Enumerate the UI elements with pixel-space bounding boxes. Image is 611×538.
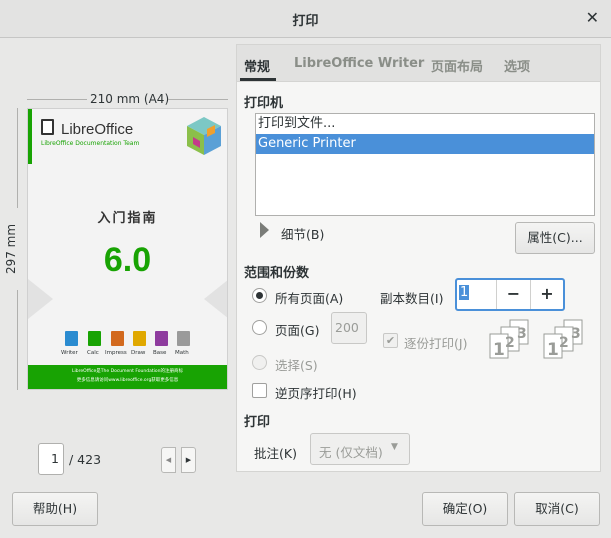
preview-height-label: 297 mm	[4, 223, 19, 275]
calc-icon	[88, 331, 101, 346]
app-label: Draw	[131, 350, 146, 356]
tab-general[interactable]: 常规	[244, 56, 270, 75]
range-section-title: 范围和份数	[244, 266, 310, 281]
next-page-button[interactable]: ▶	[181, 447, 196, 473]
app-label: Calc	[87, 350, 99, 356]
impress-icon	[111, 331, 124, 346]
app-icons-row: Writer Calc Impress Draw Base Math	[61, 331, 195, 361]
prev-page-button[interactable]: ◀	[161, 447, 176, 473]
collate-stack-icon: 1 2 3	[543, 319, 583, 360]
pages-input[interactable]: 200	[331, 312, 367, 344]
copies-plus-button[interactable]: +	[531, 280, 563, 309]
close-icon[interactable]: ✕	[586, 8, 599, 27]
help-button[interactable]: 帮助(H)	[12, 492, 98, 526]
collate-stack-icon: 1 2 3	[489, 319, 529, 360]
printer-item-selected[interactable]: Generic Printer	[256, 134, 594, 154]
tab-page-layout[interactable]: 页面布局	[431, 56, 483, 75]
svg-text:2: 2	[559, 335, 569, 351]
selection-radio	[252, 355, 267, 370]
active-tab-indicator	[240, 78, 276, 81]
app-label: Math	[175, 350, 189, 356]
draw-icon	[133, 331, 146, 346]
svg-text:2: 2	[505, 335, 515, 351]
preview-width-line	[168, 99, 228, 100]
base-icon	[155, 331, 168, 346]
ok-button[interactable]: 确定(O)	[422, 492, 508, 526]
svg-text:3: 3	[571, 326, 581, 342]
all-pages-label[interactable]: 所有页面(A)	[275, 288, 343, 307]
copies-value[interactable]: 1	[459, 285, 470, 300]
doc-brand: LibreOffice	[61, 121, 134, 138]
svg-text:3: 3	[517, 326, 527, 342]
details-label[interactable]: 细节(B)	[281, 224, 324, 243]
settings-panel	[236, 44, 601, 472]
copies-label: 副本数目(I)	[380, 291, 444, 306]
doc-book-title: 入门指南	[97, 211, 158, 226]
pages-label[interactable]: 页面(G)	[275, 320, 319, 339]
preview-page: LibreOffice LibreOffice Documentation Te…	[27, 108, 228, 390]
math-icon	[177, 331, 190, 346]
svg-text:1: 1	[493, 340, 505, 360]
pages-radio[interactable]	[252, 320, 267, 335]
app-label: Base	[153, 350, 167, 356]
svg-text:1: 1	[547, 340, 559, 360]
selection-label: 选择(S)	[275, 358, 318, 373]
doc-brand-sub: LibreOffice Documentation Team	[41, 140, 140, 147]
doc-footer-line1: LibreOffice是The Document Foundation的注册商标	[72, 369, 183, 374]
preview-height-line	[17, 290, 18, 390]
printer-section-title: 打印机	[244, 96, 284, 111]
collate-label: 逐份打印(J)	[404, 336, 468, 351]
cube-logo-icon	[187, 117, 221, 155]
printer-list[interactable]: 打印到文件... Generic Printer	[255, 113, 595, 216]
document-icon	[41, 119, 54, 135]
title-bar: 打印 ✕	[0, 0, 611, 38]
decor-shapes	[28, 279, 227, 319]
cancel-button[interactable]: 取消(C)	[514, 492, 600, 526]
comments-value: 无 (仅文档)	[319, 445, 383, 460]
collate-checkbox: ✔	[383, 333, 398, 348]
printer-item[interactable]: 打印到文件...	[256, 114, 594, 134]
doc-footer-line2: 更多信息请访问www.libreoffice.org获取更多信息	[76, 378, 179, 383]
app-label: Writer	[61, 350, 78, 356]
chevron-down-icon: ▼	[391, 442, 398, 452]
all-pages-radio[interactable]	[252, 288, 267, 303]
properties-button[interactable]: 属性(C)...	[515, 222, 595, 254]
comments-dropdown: 无 (仅文档) ▼	[310, 433, 410, 465]
print-section-title: 打印	[244, 415, 271, 430]
reverse-order-label[interactable]: 逆页序打印(H)	[275, 383, 357, 402]
details-expander-icon[interactable]	[260, 222, 269, 238]
tab-writer[interactable]: LibreOffice Writer	[294, 56, 424, 71]
window-title: 打印	[292, 14, 319, 29]
writer-icon	[65, 331, 78, 346]
page-total-label: / 423	[69, 452, 102, 467]
preview-width-label: 210 mm (A4)	[90, 92, 170, 106]
copies-minus-button[interactable]: −	[497, 280, 530, 309]
page-number-input[interactable]: 1	[38, 443, 64, 475]
tab-options[interactable]: 选项	[504, 56, 530, 75]
reverse-order-checkbox[interactable]	[252, 383, 267, 398]
preview-height-line	[17, 108, 18, 208]
top-green-rule	[28, 109, 32, 164]
comments-label: 批注(K)	[254, 446, 297, 461]
app-label: Impress	[105, 350, 127, 356]
preview-width-line	[27, 99, 87, 100]
